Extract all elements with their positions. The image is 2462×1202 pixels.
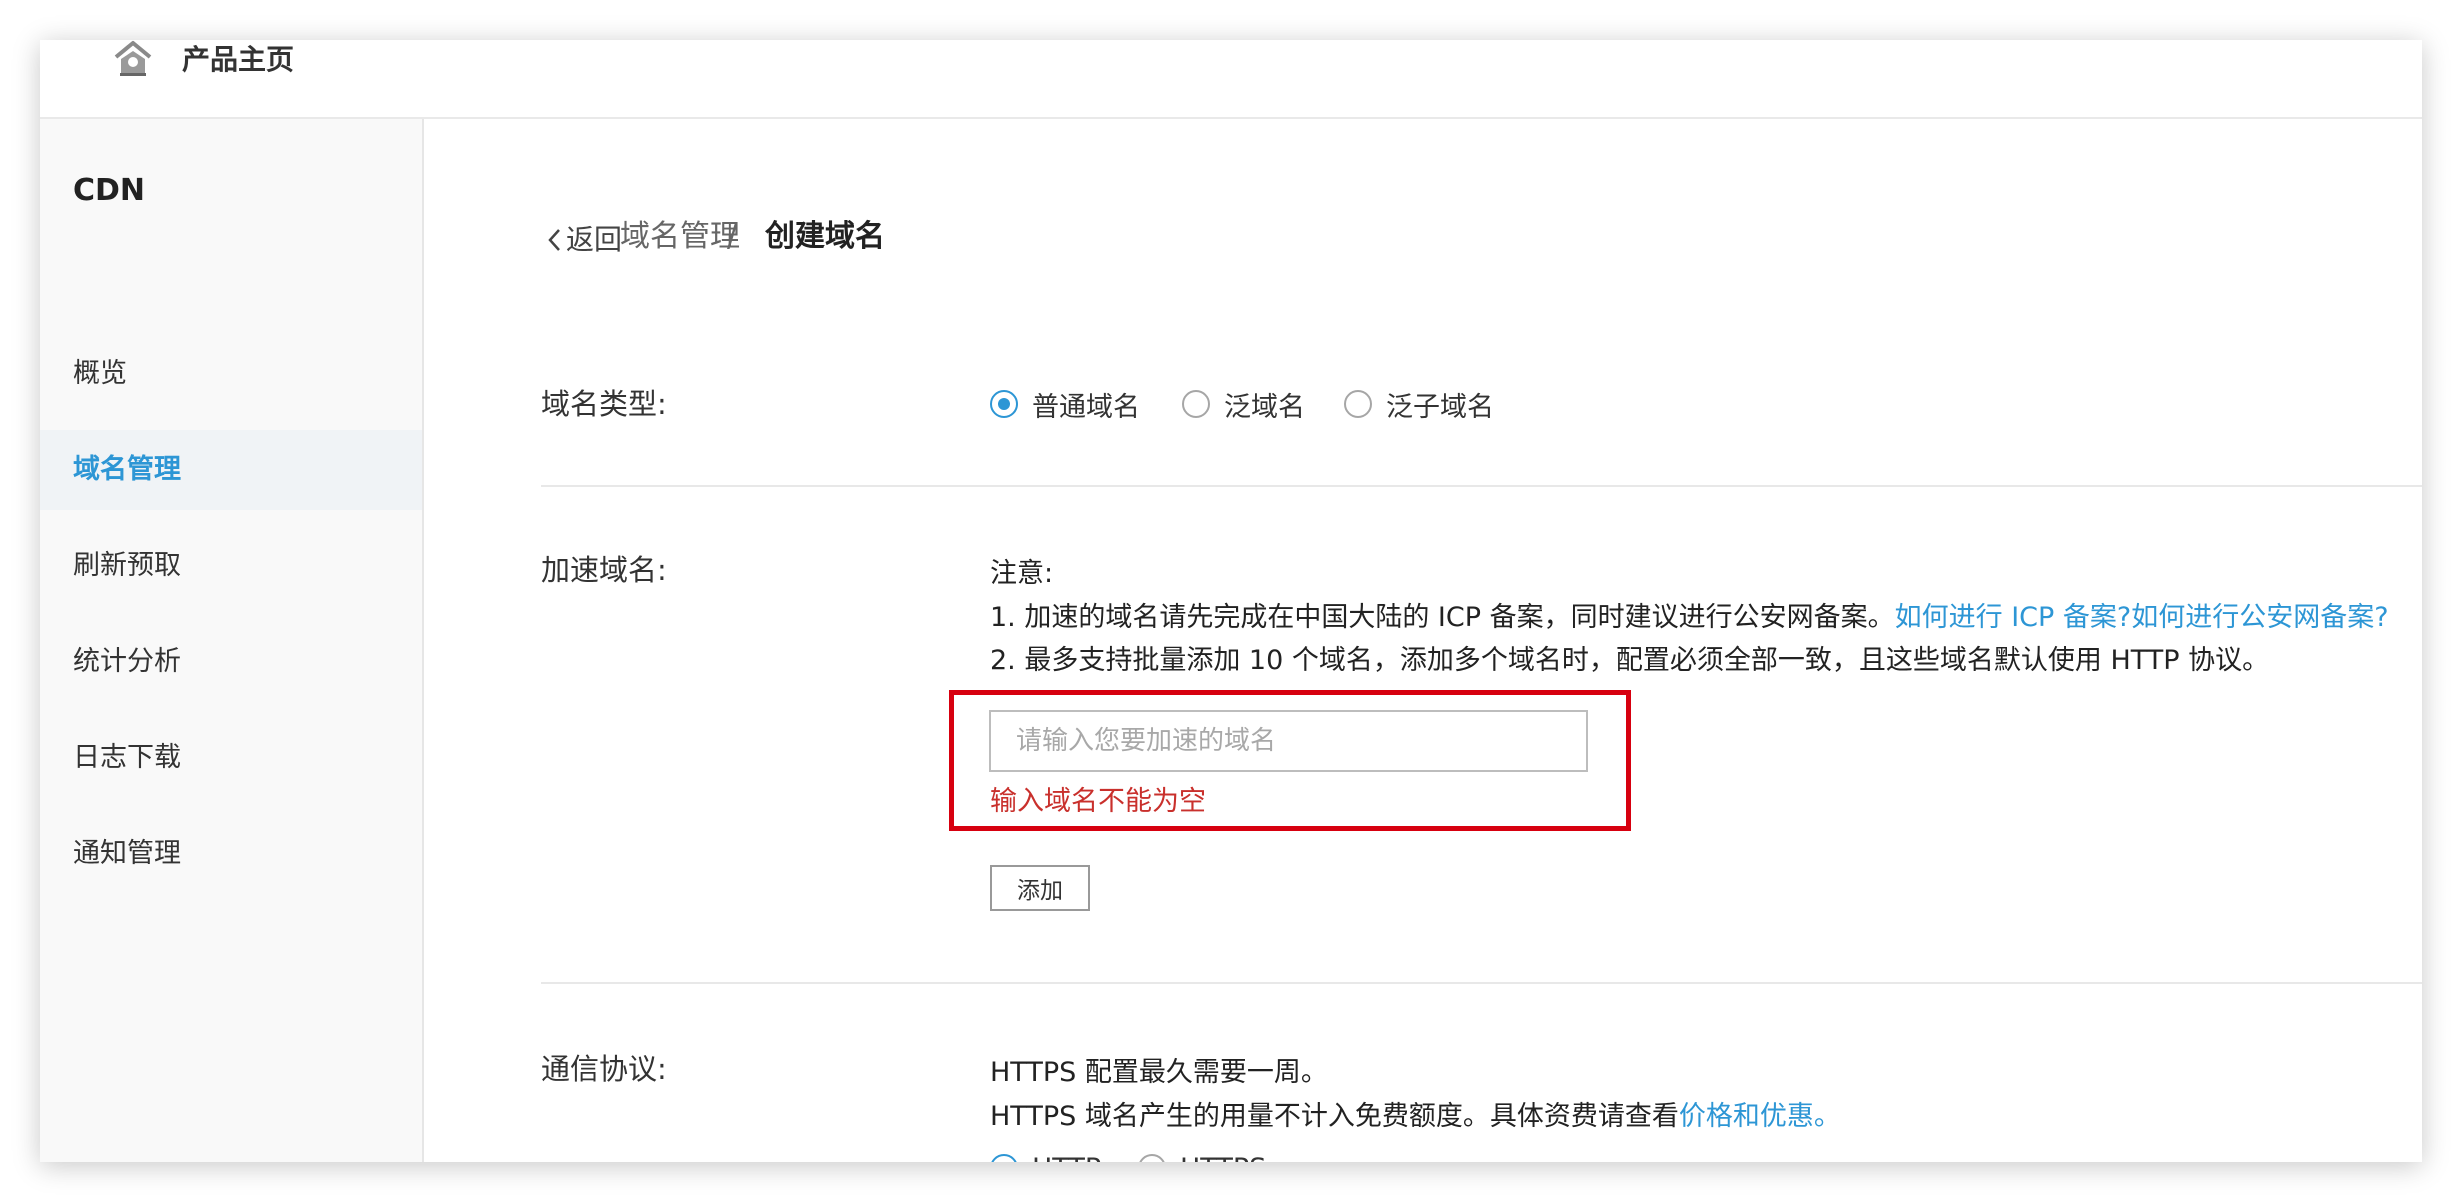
chevron-left-icon xyxy=(546,220,562,260)
section-divider xyxy=(541,982,2422,984)
radio-wildcard-domain[interactable]: 泛域名 xyxy=(1182,384,1305,424)
protocol-note-2: HTTPS 域名产生的用量不计入免费额度。具体资费请查看价格和优惠。 xyxy=(990,1094,1841,1133)
app-window: 产品主页 CDN 概览 域名管理 刷新预取 统计分析 日志下载 通知管理 返回 … xyxy=(40,40,2422,1162)
icp-filing-link[interactable]: 如何进行 ICP 备案? xyxy=(1895,602,2132,633)
sidebar-item-log-download[interactable]: 日志下载 xyxy=(40,718,422,798)
radio-unchecked-icon xyxy=(1182,390,1210,418)
radio-wildcard-subdomain[interactable]: 泛子域名 xyxy=(1344,384,1494,424)
add-button[interactable]: 添加 xyxy=(990,865,1090,911)
top-bar: 产品主页 xyxy=(40,40,2422,119)
protocol-note-2-text: HTTPS 域名产生的用量不计入免费额度。具体资费请查看 xyxy=(990,1101,1679,1132)
radio-label: HTTPS xyxy=(1180,1153,1266,1163)
main-content: 返回 域名管理 / 创建域名 域名类型: 普通域名 泛域名 泛子域名 加速域名:… xyxy=(424,119,2422,1162)
note-line-2: 2. 最多支持批量添加 10 个域名，添加多个域名时，配置必须全部一致，且这些域… xyxy=(990,645,2270,676)
breadcrumb-domain-management[interactable]: 域名管理 xyxy=(620,217,740,257)
sidebar-item-domain-management[interactable]: 域名管理 xyxy=(40,430,422,510)
sidebar: CDN 概览 域名管理 刷新预取 统计分析 日志下载 通知管理 xyxy=(40,119,424,1162)
radio-unchecked-icon xyxy=(1344,390,1372,418)
sidebar-item-overview[interactable]: 概览 xyxy=(40,334,422,414)
pricing-link[interactable]: 价格和优惠。 xyxy=(1679,1101,1841,1132)
note-line-1: 1. 加速的域名请先完成在中国大陆的 ICP 备案，同时建议进行公安网备案。如何… xyxy=(990,595,2389,634)
police-filing-link[interactable]: 如何进行公安网备案? xyxy=(2131,602,2388,633)
protocol-label: 通信协议: xyxy=(541,1052,667,1086)
domain-error-message: 输入域名不能为空 xyxy=(990,786,1206,817)
radio-label: 泛子域名 xyxy=(1386,391,1494,423)
protocol-note-1: HTTPS 配置最久需要一周。 xyxy=(990,1057,1328,1088)
sidebar-item-statistics[interactable]: 统计分析 xyxy=(40,622,422,702)
sidebar-item-refresh-prefetch[interactable]: 刷新预取 xyxy=(40,526,422,606)
home-icon[interactable] xyxy=(112,40,154,80)
radio-label: 泛域名 xyxy=(1224,391,1305,423)
radio-normal-domain[interactable]: 普通域名 xyxy=(990,384,1140,424)
radio-checked-icon xyxy=(990,1154,1018,1162)
back-label: 返回 xyxy=(566,223,623,256)
radio-label: HTTP xyxy=(1032,1153,1101,1163)
section-divider xyxy=(541,485,2422,487)
product-home-link[interactable]: 产品主页 xyxy=(182,40,294,80)
radio-unchecked-icon xyxy=(1138,1154,1166,1162)
note-line-1-text: 1. 加速的域名请先完成在中国大陆的 ICP 备案，同时建议进行公安网备案。 xyxy=(990,602,1895,633)
radio-label: 普通域名 xyxy=(1032,391,1140,423)
breadcrumb-separator: / xyxy=(727,219,738,254)
note-title: 注意: xyxy=(990,558,1054,589)
domain-input[interactable] xyxy=(989,710,1588,772)
domain-type-label: 域名类型: xyxy=(541,387,667,421)
radio-http[interactable]: HTTP xyxy=(990,1148,1101,1162)
radio-checked-icon xyxy=(990,390,1018,418)
accel-domain-label: 加速域名: xyxy=(541,553,667,587)
sidebar-item-notification[interactable]: 通知管理 xyxy=(40,814,422,894)
sidebar-title: CDN xyxy=(73,173,146,208)
radio-https[interactable]: HTTPS xyxy=(1138,1148,1266,1162)
back-link[interactable]: 返回 xyxy=(546,220,622,260)
page-title: 创建域名 xyxy=(765,219,885,254)
